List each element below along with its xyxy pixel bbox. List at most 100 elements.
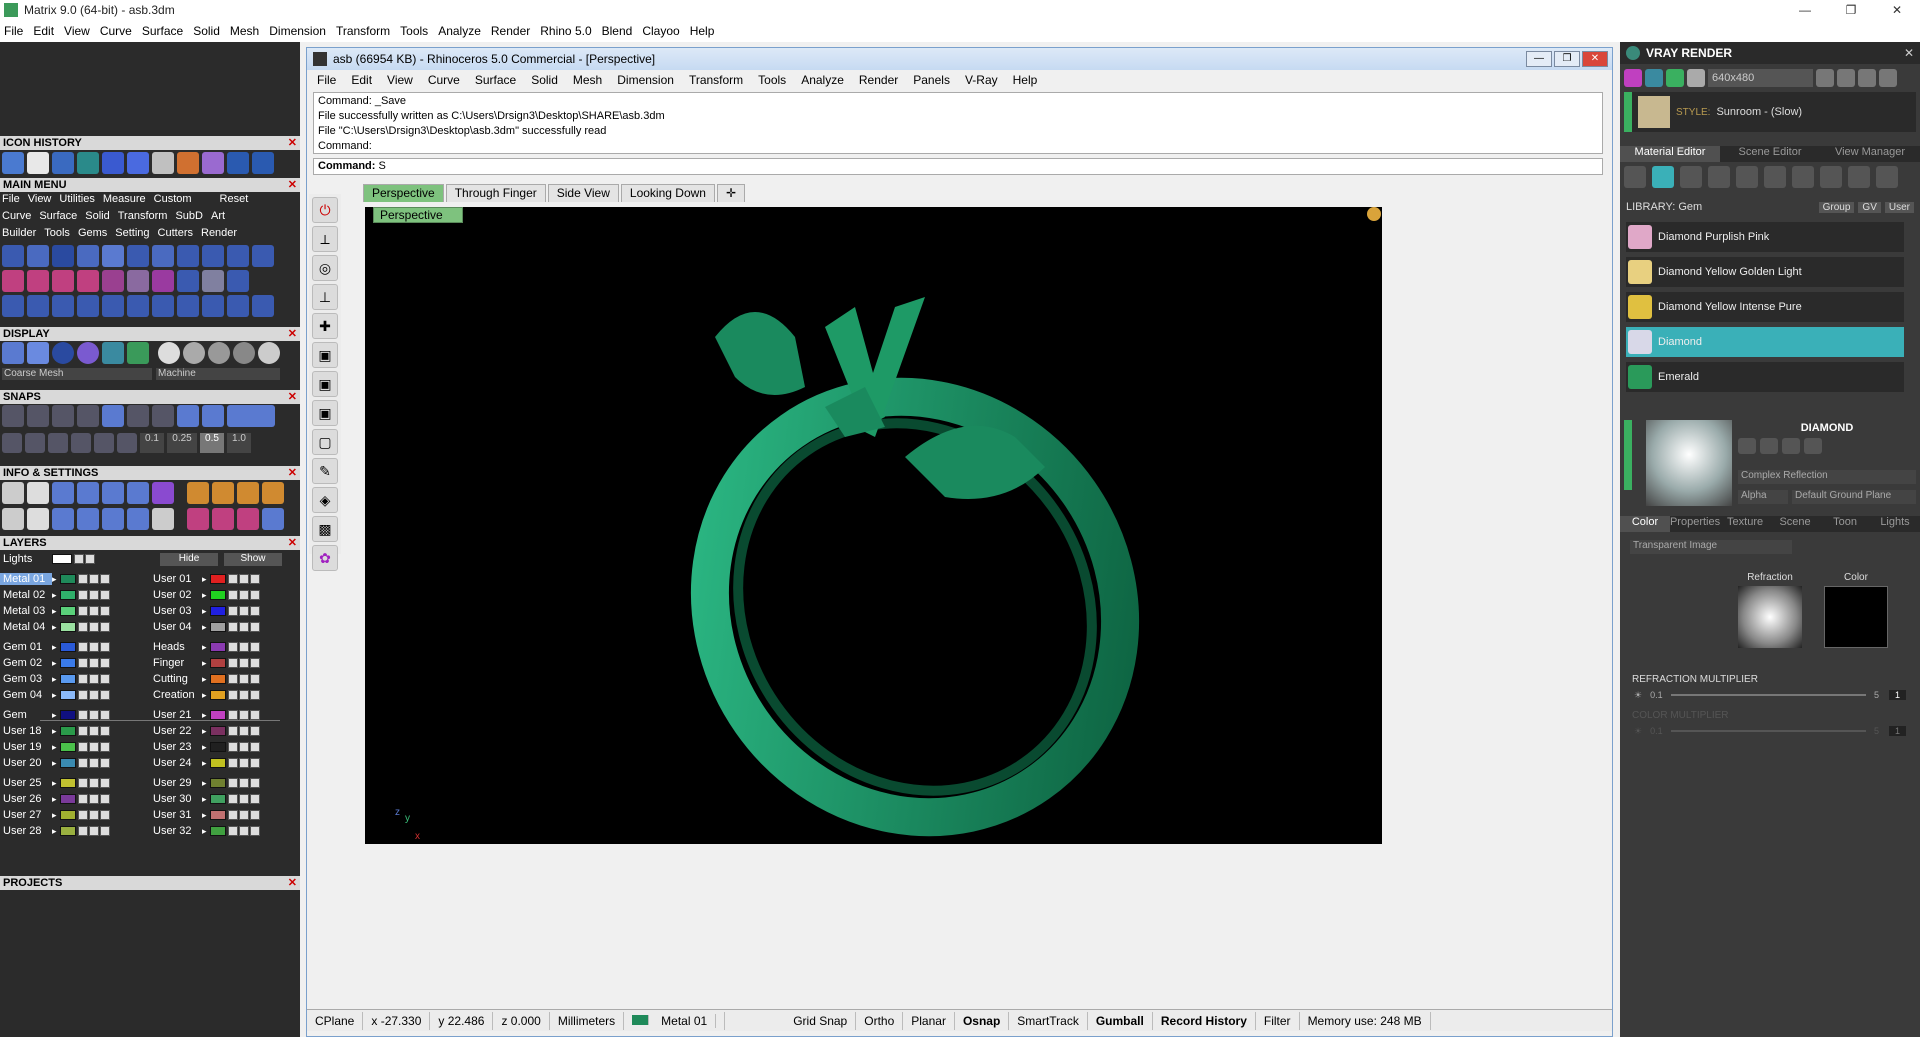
menu-view[interactable]: View xyxy=(64,24,90,38)
expand-icon[interactable]: ▸ xyxy=(52,742,57,753)
ortho-toggle[interactable]: Ortho xyxy=(856,1011,904,1030)
pattern-tool-icon[interactable] xyxy=(152,270,174,292)
close-icon[interactable]: ✕ xyxy=(288,876,297,890)
visible-icon[interactable] xyxy=(238,794,249,804)
visible-icon[interactable] xyxy=(238,642,249,652)
material-action-1-icon[interactable] xyxy=(1738,438,1756,454)
lock-icon[interactable] xyxy=(77,606,88,616)
layer-color-swatch[interactable] xyxy=(209,674,226,684)
lock-icon[interactable] xyxy=(77,674,88,684)
mm-builder[interactable]: Builder xyxy=(2,227,36,239)
close-icon[interactable]: ✕ xyxy=(288,390,297,404)
menu-surface[interactable]: Surface xyxy=(142,24,183,38)
expand-icon[interactable]: ▸ xyxy=(52,674,57,685)
color-mult-value[interactable]: 1 xyxy=(1888,726,1906,736)
settings-list-icon[interactable] xyxy=(1858,69,1876,87)
rmenu-surface[interactable]: Surface xyxy=(475,73,516,87)
menu-curve[interactable]: Curve xyxy=(100,24,132,38)
layer-row[interactable]: User 18 ▸ xyxy=(0,724,111,738)
layer-color-swatch[interactable] xyxy=(209,622,226,632)
lights-layer[interactable]: Lights xyxy=(0,552,96,566)
tab-properties[interactable]: Properties xyxy=(1670,516,1720,532)
print-icon[interactable] xyxy=(99,574,110,584)
wire-display-icon[interactable] xyxy=(2,342,24,364)
expand-icon[interactable]: ▸ xyxy=(52,590,57,601)
blue-tool-icon[interactable] xyxy=(262,508,284,530)
rmenu-render[interactable]: Render xyxy=(859,73,898,87)
expand-icon[interactable]: ▸ xyxy=(202,574,207,585)
expand-icon[interactable]: ▸ xyxy=(202,590,207,601)
lock-icon[interactable] xyxy=(227,574,238,584)
lock-icon[interactable] xyxy=(227,690,238,700)
arc-tool-icon[interactable] xyxy=(77,270,99,292)
cutter-icon[interactable] xyxy=(177,152,199,174)
mm-solid[interactable]: Solid xyxy=(85,210,109,222)
visible-icon[interactable] xyxy=(85,554,95,564)
arrow-right-icon[interactable] xyxy=(252,152,274,174)
print-icon[interactable] xyxy=(99,826,110,836)
layer-row[interactable]: Metal 02 ▸ xyxy=(0,588,111,602)
expand-icon[interactable]: ▸ xyxy=(202,642,207,653)
layer-color-swatch[interactable] xyxy=(59,778,76,788)
layer-color-swatch[interactable] xyxy=(209,710,226,720)
cross-tool-icon[interactable] xyxy=(2,270,24,292)
export-icon[interactable] xyxy=(1879,69,1897,87)
expand-icon[interactable]: ▸ xyxy=(202,826,207,837)
ring-icon[interactable] xyxy=(202,152,224,174)
rmenu-tools[interactable]: Tools xyxy=(758,73,786,87)
status-layer[interactable]: Metal 01 xyxy=(624,1011,726,1030)
top-view-icon[interactable]: ▣ xyxy=(312,342,338,368)
layer-color-swatch[interactable] xyxy=(209,726,226,736)
shaded-display-icon[interactable] xyxy=(27,342,49,364)
mm-view[interactable]: View xyxy=(28,193,52,205)
check-tool-icon[interactable] xyxy=(177,270,199,292)
lock-icon[interactable] xyxy=(77,574,88,584)
layer-color-swatch[interactable] xyxy=(59,794,76,804)
expand-icon[interactable]: ▸ xyxy=(52,606,57,617)
print-icon[interactable] xyxy=(99,658,110,668)
lock-icon[interactable] xyxy=(77,642,88,652)
file-icon[interactable] xyxy=(152,508,174,530)
layer-color-swatch[interactable] xyxy=(59,622,76,632)
menu-rhino5[interactable]: Rhino 5.0 xyxy=(540,24,591,38)
layer-row[interactable]: User 24 ▸ xyxy=(150,756,261,770)
snap-int-icon[interactable] xyxy=(127,405,149,427)
layer-color-swatch[interactable] xyxy=(209,794,226,804)
ring-tool-icon[interactable] xyxy=(52,245,74,267)
perspective-viewport[interactable]: Perspective z y x xyxy=(365,207,1382,844)
layer-color-swatch[interactable] xyxy=(59,726,76,736)
filter-toggle[interactable]: Filter xyxy=(1256,1011,1300,1030)
line-tool-icon[interactable] xyxy=(27,295,49,317)
refraction-swatch[interactable] xyxy=(1738,586,1802,648)
color-swatch[interactable] xyxy=(1824,586,1888,648)
layer-row[interactable]: Gem 04 ▸ xyxy=(0,688,111,702)
cross-alt-tool-icon[interactable] xyxy=(27,270,49,292)
snap-point-icon[interactable] xyxy=(52,405,74,427)
print-icon[interactable] xyxy=(99,742,110,752)
visible-icon[interactable] xyxy=(88,826,99,836)
refraction-multiplier-slider[interactable]: ☀ 0.1 5 1 xyxy=(1634,688,1906,702)
leaf-icon[interactable] xyxy=(1820,166,1842,188)
print-icon[interactable] xyxy=(249,758,260,768)
expand-icon[interactable]: ▸ xyxy=(52,622,57,633)
display-style-select[interactable]: Machine xyxy=(156,368,280,380)
lock-icon[interactable] xyxy=(227,606,238,616)
close-icon[interactable]: ✕ xyxy=(1904,46,1914,60)
render-dot-icon[interactable] xyxy=(1624,69,1642,87)
resolution-select[interactable]: 640x480 xyxy=(1708,69,1813,87)
print-icon[interactable] xyxy=(99,758,110,768)
visible-icon[interactable] xyxy=(238,590,249,600)
expand-icon[interactable]: ▸ xyxy=(202,606,207,617)
render-button-icon[interactable] xyxy=(1666,69,1684,87)
diamond-tool-icon[interactable] xyxy=(177,245,199,267)
expand-icon[interactable]: ▸ xyxy=(52,810,57,821)
bars-tool-icon[interactable] xyxy=(77,295,99,317)
layer-color-swatch[interactable] xyxy=(209,574,226,584)
planar-icon[interactable] xyxy=(48,433,68,453)
material-item[interactable]: Diamond Yellow Intense Pure xyxy=(1626,292,1904,322)
gem-alt-icon[interactable] xyxy=(127,152,149,174)
menu-render[interactable]: Render xyxy=(491,24,530,38)
gem-icon[interactable] xyxy=(102,152,124,174)
print-icon[interactable] xyxy=(249,742,260,752)
expand-icon[interactable]: ▸ xyxy=(202,690,207,701)
